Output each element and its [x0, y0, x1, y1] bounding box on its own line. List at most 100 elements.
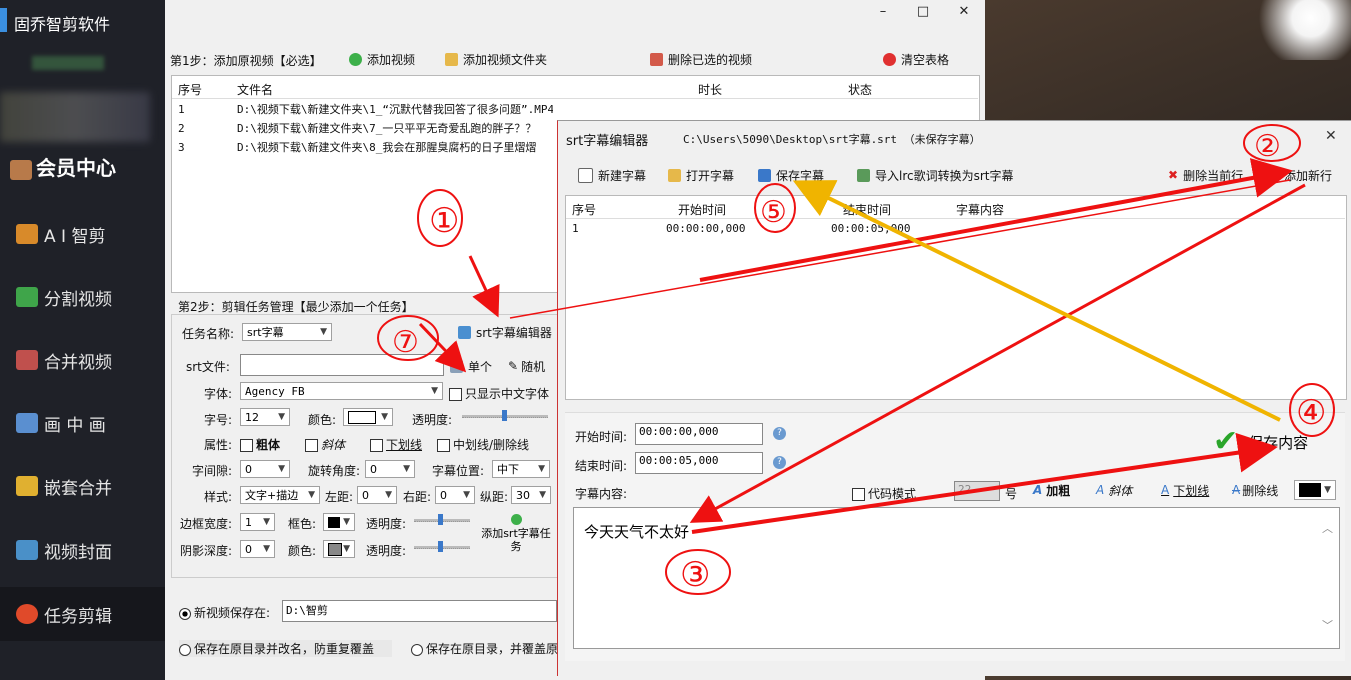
vert-select[interactable]: 30 ▼ [511, 486, 551, 504]
srt-file-input[interactable] [240, 354, 444, 376]
underline-option[interactable]: 下划线 [370, 436, 422, 453]
frame-color-picker[interactable]: ▼ [323, 513, 355, 531]
strike-option[interactable]: 中划线/删除线 [437, 436, 529, 453]
col-start: 开始时间 [678, 203, 727, 217]
col-no: 序号 [178, 83, 203, 97]
new-sub-button[interactable]: 新建字幕 [578, 165, 646, 185]
border-select[interactable]: 1 ▼ [240, 513, 275, 531]
left-select[interactable]: 0 ▼ [357, 486, 397, 504]
task-icon [16, 604, 38, 624]
checkmark-icon: ✔ [1213, 424, 1239, 459]
opacity-label: 透明度: [412, 413, 453, 427]
minimize-button[interactable]: – [873, 4, 893, 22]
nest-icon [16, 476, 38, 496]
italic-button[interactable]: A 斜体 [1096, 480, 1132, 500]
right-select[interactable]: 0 ▼ [435, 486, 475, 504]
sidebar-item-cover[interactable]: 视频封面 [0, 523, 165, 577]
save-sub-button[interactable]: 保存字幕 [758, 165, 824, 185]
rotate-label: 旋转角度: [308, 464, 361, 478]
save-path-input[interactable]: D:\智剪 [282, 600, 557, 622]
open-sub-button[interactable]: 打开字幕 [668, 165, 734, 185]
table-row[interactable]: 1 D:\视频下载\新建文件夹\1_“沉默代替我回答了很多问题”.MP4 [178, 101, 553, 120]
italic-option[interactable]: 斜体 [305, 436, 345, 453]
shadow-opacity-slider[interactable] [414, 541, 470, 552]
delete-selected-button[interactable]: 删除已选的视频 [650, 49, 752, 69]
add-folder-button[interactable]: 添加视频文件夹 [445, 49, 547, 69]
srt-close-icon[interactable]: ✕ [1325, 128, 1337, 144]
bold-button[interactable]: A 加粗 [1033, 480, 1070, 500]
random-label: 随机 [521, 359, 546, 374]
vip-label: 会员中心 [36, 156, 116, 180]
sidebar-item-pip[interactable]: 画 中 画 [0, 396, 165, 450]
only-chinese-option[interactable]: 只显示中文字体 [449, 385, 549, 402]
add-video-label: 添加视频 [367, 52, 416, 67]
table-row[interactable]: 2 D:\视频下载\新建文件夹\7_一只平平无奇爱乱跑的胖子？？ [178, 120, 553, 139]
spacing-select[interactable]: 0 ▼ [240, 460, 290, 478]
sidebar-item-split[interactable]: 分割视频 [0, 270, 165, 324]
srt-editor-button[interactable]: srt字幕编辑器 [458, 322, 552, 342]
delete-row-button[interactable]: ✖ 删除当前行 [1168, 165, 1243, 185]
task-name-label: 任务名称: [182, 327, 235, 341]
bold-icon: A [1033, 483, 1043, 497]
sidebar-item-ai-edit[interactable]: A I 智剪 [0, 207, 165, 261]
sidebar-item-merge[interactable]: 合并视频 [0, 333, 165, 387]
save-overwrite-option[interactable]: 保存在原目录，并覆盖原 [411, 640, 558, 657]
start-time-input[interactable]: 00:00:00,000 [635, 423, 763, 445]
add-task-button[interactable]: 添加srt字幕任务 [480, 514, 552, 558]
opacity2-label: 透明度: [366, 517, 407, 531]
shadow-color-picker[interactable]: ▼ [323, 540, 355, 558]
add-row-button[interactable]: 添加新行 [1266, 165, 1332, 185]
sidebar-item-nest[interactable]: 嵌套合并 [0, 459, 165, 513]
col-no: 序号 [572, 203, 597, 217]
file-icon [450, 359, 463, 373]
sidebar-item-task[interactable]: 任务剪辑 [0, 587, 165, 641]
srt-editor-title: srt字幕编辑器 [566, 134, 649, 149]
clear-table-button[interactable]: 清空表格 [883, 49, 949, 69]
rotate-select[interactable]: 0 ▼ [365, 460, 415, 478]
close-button[interactable]: ✕ [954, 4, 974, 22]
save-new-option[interactable]: 新视频保存在: [179, 604, 270, 621]
underline-button[interactable]: A 下划线 [1161, 480, 1209, 500]
opacity-slider[interactable] [462, 410, 548, 421]
font-select[interactable]: Agency FB ▼ [240, 382, 443, 400]
text-color-picker[interactable]: ▼ [1294, 480, 1336, 500]
help-icon[interactable]: ? [773, 456, 786, 469]
left-label: 左距: [325, 490, 354, 504]
style-select[interactable]: 文字+描边 ▼ [240, 486, 320, 504]
sidebar: 固乔智剪软件 会员中心 A I 智剪 分割视频 合并视频 画 中 画 嵌套合并 … [0, 0, 165, 680]
frame-opacity-slider[interactable] [414, 514, 470, 525]
col-filename: 文件名 [237, 83, 274, 97]
maximize-button[interactable]: □ [913, 4, 933, 22]
style-label: 样式: [204, 490, 233, 504]
color-label: 颜色: [308, 413, 337, 427]
border-label: 边框宽度: [180, 517, 233, 531]
add-video-button[interactable]: 添加视频 [349, 49, 415, 69]
vip-center-link[interactable]: 会员中心 [10, 152, 116, 181]
random-button[interactable]: ✎ 随机 [508, 356, 545, 376]
strike-button[interactable]: A 删除线 [1232, 480, 1278, 500]
table-row[interactable]: 3 D:\视频下载\新建文件夹\8_我会在那腥臭腐朽的日子里熠熠 [178, 139, 553, 158]
end-time-input[interactable]: 00:00:05,000 [635, 452, 763, 474]
import-lrc-button[interactable]: 导入lrc歌词转换为srt字幕 [857, 165, 1014, 185]
help-icon[interactable]: ? [773, 427, 786, 440]
pencil-icon: ✎ [508, 359, 519, 373]
bold-option[interactable]: 粗体 [240, 436, 280, 453]
step2-label: 第2步：剪辑任务管理【最少添加一个任务】 [178, 300, 414, 314]
position-select[interactable]: 中下 ▼ [492, 460, 550, 478]
size-select[interactable]: 12 ▼ [240, 408, 290, 426]
color-picker[interactable]: ▼ [343, 408, 393, 426]
single-file-button[interactable]: 单个 [450, 356, 492, 376]
save-content-button[interactable]: ✔ 保存内容 [1213, 424, 1323, 460]
code-mode-option[interactable]: 代码模式 [852, 485, 916, 502]
add-task-label: 添加srt字幕任务 [481, 527, 551, 553]
shadow-select[interactable]: 0 ▼ [240, 540, 275, 558]
scroll-down-icon[interactable]: ﹀ [1322, 617, 1333, 633]
task-name-select[interactable]: srt字幕 ▼ [242, 323, 332, 341]
table-row[interactable]: 1 00:00:00,000 00:00:05,000 [572, 222, 910, 241]
col-status: 状态 [848, 83, 873, 97]
save-rename-option[interactable]: 保存在原目录并改名，防重复覆盖 [179, 640, 393, 657]
end-time-label: 结束时间: [575, 459, 628, 473]
font-size-input[interactable]: 22 [954, 481, 1000, 501]
scroll-up-icon[interactable]: ︿ [1322, 520, 1333, 536]
checkbox[interactable] [449, 388, 462, 401]
